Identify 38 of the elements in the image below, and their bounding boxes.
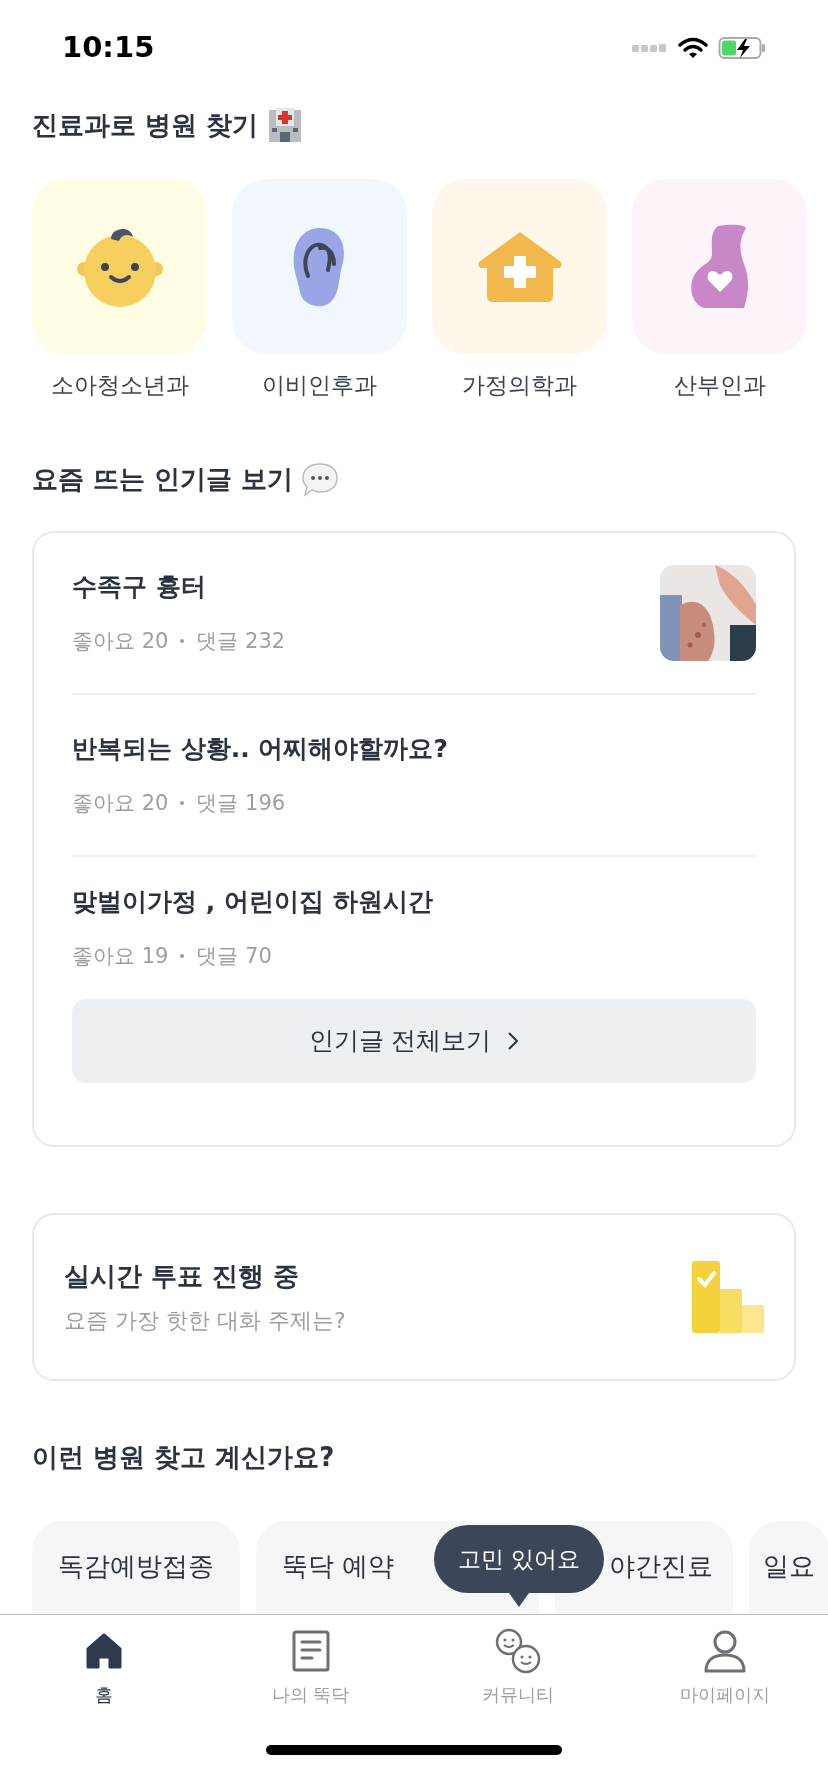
- comment-count: 댓글 196: [196, 789, 286, 817]
- like-count: 좋아요 20: [72, 627, 169, 655]
- document-icon: [290, 1628, 331, 1673]
- smiley-faces-icon: [493, 1626, 542, 1675]
- department-label: 소아청소년과: [50, 371, 189, 400]
- vote-card[interactable]: 실시간 투표 진행 중 요즘 가장 핫한 대화 주제는?: [32, 1212, 796, 1381]
- section-title: 이런 병원 찾고 계신가요?: [32, 1441, 335, 1474]
- post-title[interactable]: 반복되는 상황.. 어찌해야할까요?: [72, 730, 448, 768]
- department-tile[interactable]: [232, 179, 407, 354]
- suggestion-chip[interactable]: 일요: [749, 1520, 828, 1614]
- department-label: 이비인후과: [262, 371, 377, 400]
- comment-count: 댓글 232: [196, 627, 286, 655]
- bar-chart-icon: [692, 1260, 764, 1333]
- department-tile[interactable]: [32, 179, 207, 354]
- like-count: 좋아요 19: [72, 942, 169, 970]
- view-all-button[interactable]: 인기글 전체보기: [72, 998, 756, 1083]
- suggestion-chip[interactable]: 독감예방접종: [32, 1520, 240, 1614]
- speech-bubble-icon: [301, 461, 340, 498]
- department-tile[interactable]: [632, 179, 807, 354]
- tab-item[interactable]: 홈: [0, 1626, 207, 1725]
- comment-count: 댓글 70: [196, 942, 272, 970]
- post-title[interactable]: 맞벌이가정 , 어린이집 하원시간: [72, 883, 433, 921]
- hint-tooltip: 고민 있어요: [434, 1525, 604, 1607]
- vote-title: 실시간 투표 진행 중: [64, 1259, 301, 1293]
- section-title: 요즘 뜨는 인기글 보기: [32, 463, 294, 496]
- department-label: 가정의학과: [462, 371, 577, 400]
- department-tile[interactable]: [432, 179, 607, 354]
- post-title[interactable]: 수족구 흉터: [72, 568, 286, 606]
- department-label: 산부인과: [673, 371, 766, 400]
- vote-subtitle: 요즘 가장 핫한 대화 주제는?: [64, 1306, 346, 1335]
- wifi-icon: [678, 37, 708, 59]
- section-title: 진료과로 병원 찾기: [32, 108, 259, 142]
- person-icon: [702, 1628, 747, 1673]
- like-count: 좋아요 20: [72, 789, 169, 817]
- chevron-right-icon: [507, 1030, 520, 1051]
- battery-charging-icon: [718, 36, 766, 60]
- status-time: 10:15: [62, 29, 155, 67]
- signal-icon: [632, 43, 668, 53]
